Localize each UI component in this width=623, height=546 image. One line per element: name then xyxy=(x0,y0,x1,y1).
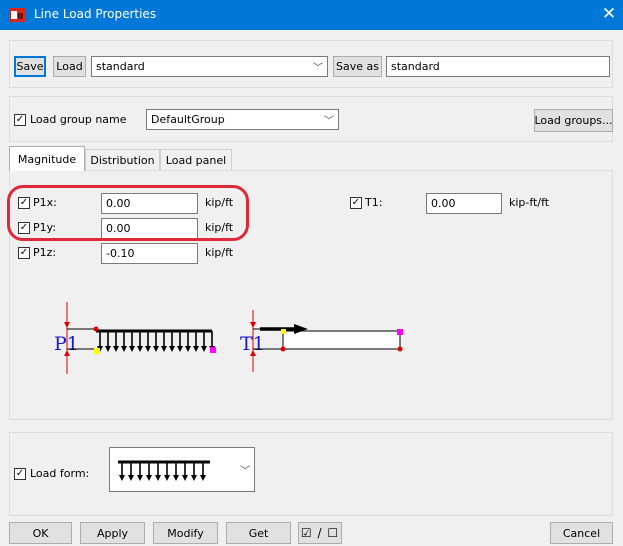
tab-magnitude[interactable]: Magnitude xyxy=(9,146,85,171)
t1-diagram: T1 xyxy=(240,310,403,372)
apply-button[interactable]: Apply xyxy=(80,522,145,544)
p1z-checkbox[interactable]: ✓ xyxy=(18,247,30,259)
load-form-checkbox[interactable]: ✓ xyxy=(14,468,26,480)
preset-select[interactable]: standard ﹀ xyxy=(91,56,328,77)
title-bar: Line Load Properties ✕ xyxy=(0,0,623,30)
load-diagram: P1 T1 xyxy=(54,302,403,374)
check-all-toggle-button[interactable]: ☑ / ☐ xyxy=(298,522,342,544)
save-as-button[interactable]: Save as xyxy=(333,56,382,77)
p1-diagram: P1 xyxy=(54,302,216,374)
p1z-label: P1z: xyxy=(33,246,57,259)
cancel-button[interactable]: Cancel xyxy=(550,522,613,544)
highlight-annotation xyxy=(7,185,249,241)
chevron-down-icon: ﹀ xyxy=(324,116,334,127)
load-button[interactable]: Load xyxy=(53,56,86,77)
get-button[interactable]: Get xyxy=(226,522,291,544)
preset-select-value: standard xyxy=(96,60,145,73)
t1-unit: kip-ft/ft xyxy=(509,196,550,209)
uniform-load-icon xyxy=(118,460,210,481)
app-icon xyxy=(9,8,25,22)
load-group-select[interactable]: DefaultGroup ﹀ xyxy=(146,109,339,130)
tab-load-panel[interactable]: Load panel xyxy=(160,149,232,170)
chevron-down-icon: ﹀ xyxy=(313,63,323,74)
load-group-checkbox[interactable]: ✓ xyxy=(14,114,26,126)
save-as-input[interactable]: standard xyxy=(386,56,610,77)
t1-checkbox[interactable]: ✓ xyxy=(350,197,362,209)
t1-input[interactable]: 0.00 xyxy=(426,193,502,214)
ok-button[interactable]: OK xyxy=(9,522,72,544)
p1z-unit: kip/ft xyxy=(205,246,234,259)
window-title: Line Load Properties xyxy=(34,7,157,21)
load-group-select-value: DefaultGroup xyxy=(151,113,225,126)
t1-label: T1: xyxy=(365,196,383,209)
chevron-down-icon: ﹀ xyxy=(240,466,250,477)
load-form-box xyxy=(9,432,613,516)
close-icon[interactable]: ✕ xyxy=(598,3,620,27)
tab-distribution[interactable]: Distribution xyxy=(85,149,160,170)
load-form-label: Load form: xyxy=(30,467,90,480)
load-form-select[interactable]: ﹀ xyxy=(109,447,255,492)
load-group-label: Load group name xyxy=(30,113,127,126)
save-button[interactable]: Save xyxy=(14,56,46,77)
p1z-input[interactable]: -0.10 xyxy=(101,243,198,264)
modify-button[interactable]: Modify xyxy=(153,522,218,544)
load-groups-button[interactable]: Load groups... xyxy=(534,109,613,132)
